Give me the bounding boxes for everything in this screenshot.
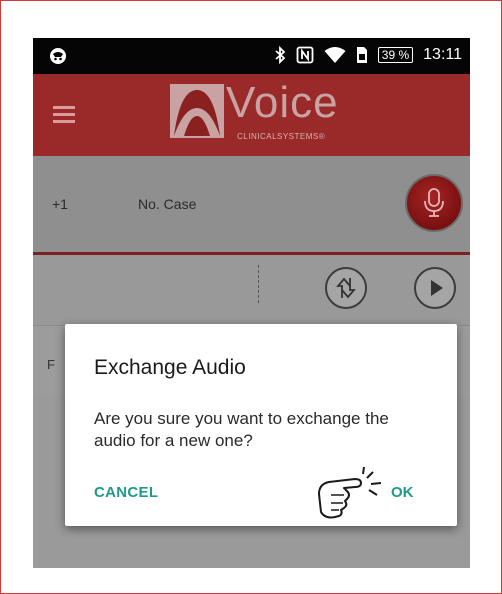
clock: 13:11 (423, 46, 462, 63)
exchange-audio-button[interactable] (325, 267, 367, 309)
play-icon (431, 280, 443, 296)
logo-subtitle: CLINICALSYSTEMS® (237, 132, 326, 141)
hamburger-menu-icon[interactable] (53, 106, 75, 124)
microphone-icon (424, 188, 444, 217)
case-prefix: +1 (52, 196, 68, 212)
wifi-icon (324, 47, 346, 63)
sim-icon (356, 47, 367, 63)
exchange-audio-icon (336, 277, 356, 299)
app-notification-icon (50, 48, 66, 64)
ok-button[interactable]: OK (391, 484, 414, 501)
battery-percent: 39 % (377, 47, 414, 63)
logo-mark-icon (170, 84, 224, 138)
app-toolbar: Voice CLINICALSYSTEMS® (33, 74, 470, 156)
bluetooth-icon (275, 46, 286, 64)
record-button[interactable] (405, 174, 463, 232)
dialog-title: Exchange Audio (94, 356, 246, 379)
status-bar: 39 % 13:11 (33, 38, 470, 74)
status-icons: 39 % 13:11 (274, 46, 462, 64)
case-label: No. Case (138, 196, 197, 212)
play-button[interactable] (414, 267, 456, 309)
cancel-button[interactable]: CANCEL (94, 484, 158, 501)
logo-wordmark: Voice (226, 78, 339, 127)
pointing-hand-icon (318, 466, 382, 519)
dialog-message: Are you sure you want to exchange the au… (94, 409, 389, 450)
exchange-audio-dialog: Exchange Audio Are you sure you want to … (65, 324, 457, 526)
nfc-icon (296, 46, 314, 64)
case-row: +1 No. Case (33, 156, 470, 255)
audio-controls (33, 255, 470, 325)
lower-panel-label: F (47, 357, 55, 372)
divider (258, 265, 259, 303)
